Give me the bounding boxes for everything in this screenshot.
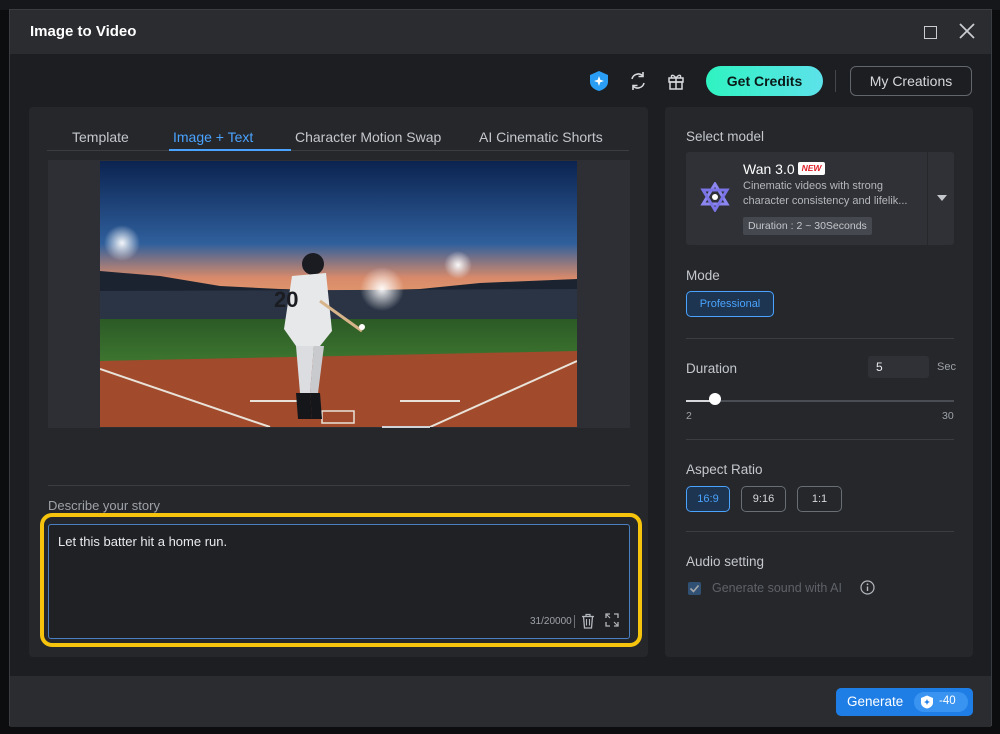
chevron-down-icon: [937, 195, 947, 201]
section-divider: [686, 439, 954, 440]
gift-icon[interactable]: [665, 70, 687, 92]
duration-input[interactable]: 5: [868, 356, 929, 378]
model-name: Wan 3.0: [743, 161, 795, 177]
describe-story-label: Describe your story: [48, 498, 160, 513]
image-to-video-dialog: Image to Video Get Credits My Creations: [9, 9, 992, 727]
section-divider: [686, 531, 954, 532]
story-text[interactable]: Let this batter hit a home run.: [58, 534, 227, 549]
aspect-9-16-button[interactable]: 9:16: [741, 486, 786, 512]
dialog-title: Image to Video: [30, 23, 137, 40]
image-preview-frame[interactable]: 20: [48, 160, 630, 428]
aspect-1-1-button[interactable]: 1:1: [797, 486, 842, 512]
mode-professional-button[interactable]: Professional: [686, 291, 774, 317]
model-logo-icon: [700, 182, 730, 212]
story-textarea[interactable]: Let this batter hit a home run. 31/20000: [48, 524, 630, 639]
select-model-label: Select model: [686, 129, 765, 144]
toolbar: Get Credits My Creations: [10, 54, 991, 108]
title-bar: Image to Video: [10, 10, 991, 54]
duration-slider-thumb[interactable]: [708, 393, 721, 405]
duration-label: Duration: [686, 361, 738, 376]
audio-setting-label: Audio setting: [686, 554, 765, 569]
duration-max: 30: [942, 410, 954, 422]
model-duration-chip: Duration : 2 ~ 30Seconds: [743, 217, 872, 235]
get-credits-button[interactable]: Get Credits: [706, 66, 823, 96]
credit-cost-badge: -40: [914, 692, 968, 712]
mode-tabs: Template Image + Text Character Motion S…: [47, 123, 629, 151]
tab-ai-cinematic-shorts[interactable]: AI Cinematic Shorts: [479, 129, 603, 145]
model-selector[interactable]: Wan 3.0 NEW Cinematic videos with strong…: [686, 152, 954, 245]
model-dropdown[interactable]: [927, 152, 954, 245]
refresh-icon[interactable]: [627, 70, 649, 92]
generate-sound-checkbox[interactable]: [688, 582, 701, 595]
expand-icon[interactable]: [605, 613, 619, 627]
baseball-batter-image: 20: [100, 161, 577, 427]
tab-template[interactable]: Template: [72, 129, 129, 145]
counter-divider: [574, 615, 575, 628]
close-icon[interactable]: [958, 22, 976, 40]
model-description: Cinematic videos with strong character c…: [743, 180, 908, 207]
left-panel: Template Image + Text Character Motion S…: [29, 107, 648, 657]
generate-sound-label: Generate sound with AI: [712, 581, 842, 595]
image-page-indicator: [382, 426, 430, 428]
maximize-icon[interactable]: [924, 26, 937, 39]
section-divider: [686, 338, 954, 339]
svg-text:20: 20: [274, 287, 298, 312]
info-icon[interactable]: [860, 580, 875, 595]
ai-sparkle-shield-icon[interactable]: [588, 70, 610, 92]
aspect-ratio-label: Aspect Ratio: [686, 462, 763, 477]
active-tab-indicator: [169, 149, 291, 151]
character-counter: 31/20000: [530, 616, 572, 627]
new-badge: NEW: [798, 162, 825, 175]
toolbar-divider: [835, 70, 836, 92]
credit-icon: [921, 695, 933, 709]
aspect-16-9-button[interactable]: 16:9: [686, 486, 730, 512]
settings-panel: Select model Wan 3.0 NEW Cinematic video…: [665, 107, 973, 657]
duration-unit: Sec: [937, 361, 956, 373]
duration-min: 2: [686, 410, 692, 422]
generate-button[interactable]: Generate -40: [836, 688, 973, 716]
footer-bar: Generate -40: [10, 676, 991, 727]
credit-cost: -40: [939, 695, 956, 707]
generate-label: Generate: [847, 694, 904, 709]
mode-label: Mode: [686, 268, 720, 283]
check-icon: [689, 584, 700, 593]
my-creations-button[interactable]: My Creations: [850, 66, 972, 96]
tab-character-motion-swap[interactable]: Character Motion Swap: [295, 129, 441, 145]
tab-image-text[interactable]: Image + Text: [173, 129, 253, 145]
trash-icon[interactable]: [581, 613, 595, 629]
section-divider: [48, 485, 630, 486]
duration-slider[interactable]: [686, 400, 954, 402]
